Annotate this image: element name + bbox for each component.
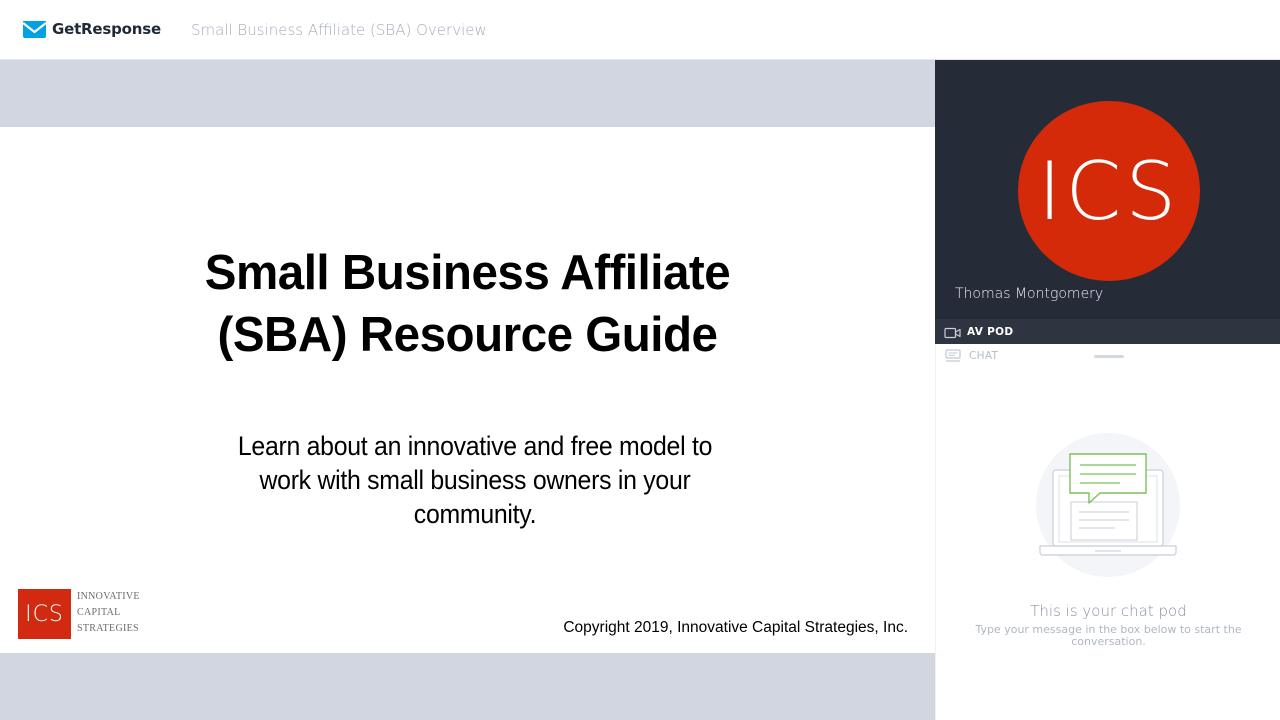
envelope-icon <box>22 19 47 39</box>
slide-title-line: (SBA) Resource Guide <box>217 308 718 362</box>
slide-subtitle-line: community. <box>413 499 537 529</box>
ics-company-logo: ICS INNOVATIVE CAPITAL STRATEGIES <box>18 589 140 639</box>
av-pod[interactable]: ICS Thomas Montgomery <box>935 60 1280 319</box>
slide-title-line: Small Business Affiliate <box>204 246 731 300</box>
chat-empty-hint: Type your message in the box below to st… <box>975 623 1242 648</box>
webinar-title: Small Business Affiliate (SBA) Overview <box>191 21 487 39</box>
ics-logo-word: INNOVATIVE <box>77 591 140 602</box>
av-pod-tab[interactable]: AV POD <box>935 319 1280 344</box>
slide-title: Small Business Affiliate (SBA) Resource … <box>14 242 921 366</box>
brand-name: GetResponse <box>52 20 161 38</box>
ics-logo-word: STRATEGIES <box>77 623 139 634</box>
ics-logo-mark: ICS <box>18 589 71 639</box>
ics-logo-word: CAPITAL <box>77 607 121 618</box>
slide-copyright: Copyright 2019, Innovative Capital Strat… <box>563 619 908 636</box>
top-bar: GetResponse Small Business Affiliate (SB… <box>0 0 1280 60</box>
presenter-avatar: ICS <box>1018 101 1200 281</box>
chat-pod: CHAT This is your chat pod Type your mes… <box>935 344 1280 720</box>
getresponse-logo[interactable]: GetResponse <box>22 19 161 39</box>
av-pod-label: AV POD <box>967 325 1014 338</box>
slide-subtitle: Learn about an innovative and free model… <box>222 429 728 531</box>
chat-pod-label: CHAT <box>969 350 999 362</box>
presentation-stage: Small Business Affiliate (SBA) Resource … <box>0 60 935 720</box>
slide-subtitle-line: Learn about an innovative and free model… <box>237 431 713 461</box>
chat-icon <box>945 349 961 363</box>
chat-empty-title: This is your chat pod <box>1030 602 1187 620</box>
slide: Small Business Affiliate (SBA) Resource … <box>0 127 935 653</box>
ics-logo-wordmark: INNOVATIVE CAPITAL STRATEGIES <box>77 589 140 637</box>
presenter-name: Thomas Montgomery <box>955 286 1104 302</box>
chat-empty-illustration <box>1035 432 1181 578</box>
slide-subtitle-line: work with small business owners in your <box>259 465 691 495</box>
video-camera-icon <box>944 326 961 338</box>
pod-resize-handle[interactable] <box>1094 355 1124 358</box>
